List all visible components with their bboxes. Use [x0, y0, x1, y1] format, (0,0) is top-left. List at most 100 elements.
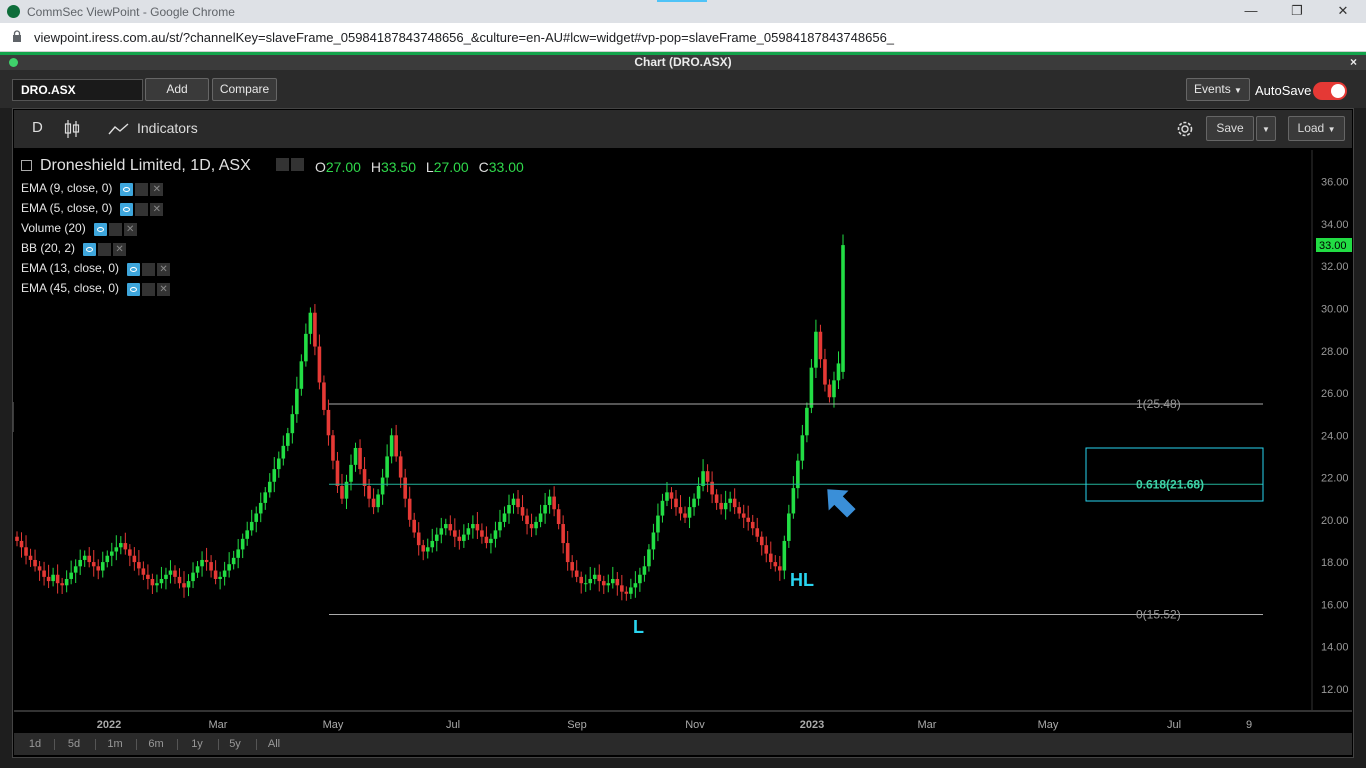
open-value: 27.00: [325, 159, 361, 175]
remove-x-icon[interactable]: ✕: [157, 262, 171, 276]
low-value: 27.00: [433, 159, 469, 175]
indicator-row[interactable]: Volume (20) ✕: [21, 221, 139, 236]
candle-body: [498, 521, 502, 531]
candle-body: [759, 536, 764, 546]
indicator-row[interactable]: EMA (13, close, 0) ✕: [21, 261, 172, 276]
candle-body: [538, 513, 543, 522]
candle-body: [173, 570, 177, 577]
range-1y-button[interactable]: 1y: [184, 736, 210, 753]
y-tick-label: 30.00: [1321, 303, 1349, 315]
compare-button[interactable]: Compare: [212, 78, 277, 101]
visibility-eye-icon[interactable]: [127, 262, 141, 276]
range-5d-button[interactable]: 5d: [61, 736, 87, 753]
candle-body: [791, 488, 796, 514]
panel-close-icon[interactable]: ×: [1350, 55, 1357, 69]
range-1m-button[interactable]: 1m: [102, 736, 128, 753]
candle-body: [78, 559, 82, 567]
candle-body: [371, 498, 376, 508]
gear-icon[interactable]: [276, 158, 289, 172]
gear-icon[interactable]: [142, 282, 156, 296]
candle-body: [168, 570, 173, 575]
candle-body: [55, 574, 60, 584]
candle-body: [28, 555, 33, 560]
symbol-input[interactable]: DRO.ASX: [12, 79, 143, 101]
candle-body: [100, 562, 105, 571]
candle-body: [507, 505, 511, 514]
candle-body: [443, 524, 448, 529]
candle-body: [714, 494, 719, 503]
indicators-button[interactable]: Indicators: [137, 120, 198, 136]
candle-body: [457, 536, 462, 541]
remove-x-icon[interactable]: ✕: [123, 222, 137, 236]
candle-body: [728, 498, 732, 503]
candle-body: [579, 576, 584, 584]
interval-button[interactable]: D: [32, 119, 43, 136]
settings-gear-icon[interactable]: [1175, 119, 1195, 139]
events-dropdown[interactable]: Events ▼: [1186, 78, 1250, 101]
remove-x-icon[interactable]: ✕: [150, 202, 164, 216]
chart-widget-toolbar: DRO.ASX Add Compare Events ▼ AutoSave: [0, 70, 1366, 108]
candle-body: [525, 515, 529, 525]
indicator-row[interactable]: EMA (9, close, 0) ✕: [21, 181, 165, 196]
candle-body: [448, 524, 453, 531]
candle-body: [480, 530, 484, 537]
autosave-toggle[interactable]: [1313, 82, 1347, 100]
candle-body: [723, 502, 728, 510]
visibility-eye-icon[interactable]: [93, 222, 107, 236]
address-bar[interactable]: viewpoint.iress.com.au/st/?channelKey=sl…: [0, 23, 1366, 52]
x-tick-label: May: [1038, 719, 1059, 731]
gear-icon[interactable]: [291, 158, 304, 172]
candle-body: [290, 414, 295, 434]
load-dropdown[interactable]: Load ▼: [1288, 116, 1345, 141]
gear-icon[interactable]: [135, 182, 149, 196]
visibility-eye-icon[interactable]: [120, 202, 134, 216]
restore-icon[interactable]: ❐: [1287, 3, 1307, 19]
range-1d-button[interactable]: 1d: [22, 736, 48, 753]
candle-body: [376, 494, 380, 508]
visibility-eye-icon[interactable]: [83, 242, 97, 256]
x-tick-label: 2023: [800, 719, 824, 731]
y-tick-label: 14.00: [1321, 642, 1349, 654]
indicator-row[interactable]: BB (20, 2) ✕: [21, 241, 128, 256]
range-5y-button[interactable]: 5y: [222, 736, 248, 753]
indicator-row[interactable]: EMA (45, close, 0) ✕: [21, 281, 172, 296]
add-button[interactable]: Add: [145, 78, 209, 101]
candle-body: [109, 551, 114, 556]
remove-x-icon[interactable]: ✕: [113, 242, 127, 256]
close-window-icon[interactable]: ✕: [1333, 3, 1353, 19]
candle-body: [764, 545, 769, 554]
remove-x-icon[interactable]: ✕: [157, 282, 171, 296]
url-text[interactable]: viewpoint.iress.com.au/st/?channelKey=sl…: [34, 30, 894, 45]
minimize-icon[interactable]: —: [1241, 3, 1261, 18]
tab-accent: [657, 0, 707, 2]
save-button[interactable]: Save: [1206, 116, 1254, 141]
fib-level-label: 0.618(21.68): [1136, 477, 1204, 491]
gear-icon[interactable]: [108, 222, 122, 236]
gear-icon[interactable]: [135, 202, 149, 216]
candle-body: [367, 486, 371, 499]
range-all-button[interactable]: All: [261, 736, 287, 753]
gear-icon[interactable]: [142, 262, 156, 276]
candle-body: [389, 435, 394, 457]
candle-body: [755, 528, 760, 537]
candle-body: [281, 445, 286, 459]
y-tick-label: 12.00: [1321, 684, 1349, 696]
x-tick-label: 2022: [97, 719, 121, 731]
remove-x-icon[interactable]: ✕: [150, 182, 164, 196]
visibility-eye-icon[interactable]: [120, 182, 134, 196]
gear-icon[interactable]: [98, 242, 112, 256]
save-menu-caret-icon[interactable]: ▼: [1256, 116, 1276, 141]
annotation-higher-low: HL: [790, 570, 814, 590]
candle-body: [434, 534, 439, 541]
candle-body: [286, 433, 290, 446]
indicators-icon[interactable]: [108, 122, 130, 136]
visibility-eye-icon[interactable]: [127, 282, 141, 296]
candle-body: [51, 574, 55, 582]
candle-body: [687, 507, 692, 518]
y-tick-label: 32.00: [1321, 261, 1349, 273]
candles-icon[interactable]: [64, 119, 80, 139]
indicator-row[interactable]: EMA (5, close, 0) ✕: [21, 201, 165, 216]
range-6m-button[interactable]: 6m: [143, 736, 169, 753]
legend-title: Droneshield Limited, 1D, ASX: [40, 157, 251, 174]
collapse-legend-icon[interactable]: [21, 160, 32, 171]
